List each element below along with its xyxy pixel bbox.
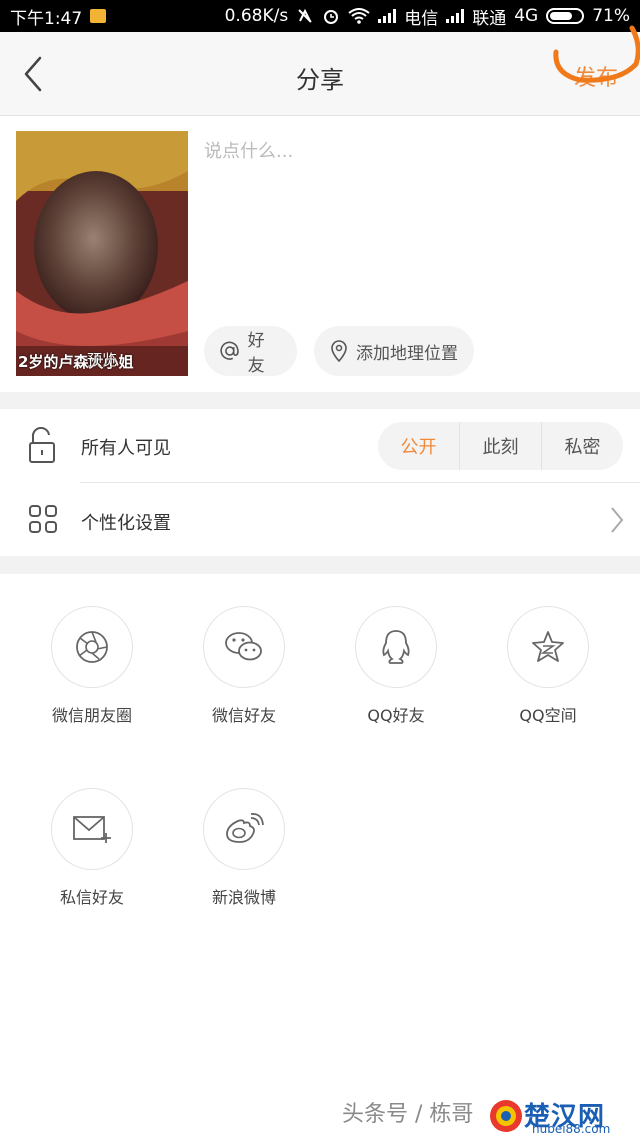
signal-icon [446, 9, 465, 23]
share-wechat-moments[interactable]: 微信朋友圈 [22, 606, 162, 726]
visibility-option-moment[interactable]: 此刻 [459, 422, 541, 470]
thumbnail-image [16, 131, 188, 376]
mention-friends-button[interactable]: 好友 [204, 326, 297, 376]
row-divider [80, 482, 640, 483]
carrier-1: 电信 [404, 8, 439, 29]
nav-header: 分享 发布 [0, 32, 640, 116]
share-label: 微信好友 [211, 706, 276, 725]
share-label: 微信朋友圈 [51, 706, 132, 725]
share-text-input[interactable] [204, 131, 624, 171]
share-icon-circle [203, 788, 285, 870]
share-icon-circle [51, 606, 133, 688]
friends-chip-label: 好友 [247, 331, 265, 376]
grid-icon [29, 505, 57, 533]
preview-label[interactable]: 预览 [16, 349, 188, 370]
battery-percent: 71% [592, 6, 630, 26]
chevron-right-icon [611, 507, 624, 533]
wechat-moments-icon [76, 631, 108, 663]
share-qzone[interactable]: QQ空间 [478, 606, 618, 726]
location-chip-label: 添加地理位置 [356, 343, 458, 364]
visibility-label: 所有人可见 [81, 438, 171, 459]
vibrate-icon [298, 8, 312, 23]
unlock-icon [29, 427, 55, 463]
share-wechat-friend[interactable]: 微信好友 [174, 606, 314, 726]
battery-icon [546, 8, 585, 24]
share-icon-circle [355, 606, 437, 688]
private-message-icon [73, 816, 111, 843]
publish-button[interactable]: 发布 [574, 60, 618, 92]
signal-icon [378, 9, 397, 23]
share-label: QQ空间 [519, 706, 577, 725]
at-icon [220, 341, 239, 360]
network-speed: 0.68K/s [224, 6, 289, 26]
share-icon-circle [203, 606, 285, 688]
share-icon-circle [507, 606, 589, 688]
compose-area: 2岁的卢森大小姐 预览 好友 添加地理位置 [0, 117, 640, 392]
share-label: 新浪微博 [211, 888, 276, 907]
share-targets: 微信朋友圈 微信好友 QQ好友 QQ空间 私信好友 新浪微博 [0, 574, 640, 1138]
visibility-option-private[interactable]: 私密 [541, 422, 623, 470]
network-type: 4G [514, 6, 539, 26]
visibility-segmented-control: 公开 此刻 私密 [378, 422, 623, 470]
wifi-icon [348, 8, 370, 24]
qq-icon [382, 630, 410, 664]
share-private-message[interactable]: 私信好友 [22, 788, 162, 908]
visibility-option-public[interactable]: 公开 [378, 422, 459, 470]
custom-settings-row[interactable]: 个性化设置 [0, 484, 640, 556]
weibo-icon [226, 813, 264, 843]
status-time: 下午1:47 [10, 8, 83, 29]
share-icon-circle [51, 788, 133, 870]
carrier-2: 联通 [472, 8, 507, 29]
share-weibo[interactable]: 新浪微博 [174, 788, 314, 908]
alarm-icon [324, 10, 339, 24]
status-bar: 下午1:47 0.68K/s 电信 联通 4G 71% [0, 0, 640, 32]
section-divider [0, 556, 640, 574]
share-qq-friend[interactable]: QQ好友 [326, 606, 466, 726]
watermark-text: 头条号 / 栋哥 [342, 1102, 474, 1127]
add-location-button[interactable]: 添加地理位置 [314, 326, 474, 376]
custom-settings-label: 个性化设置 [81, 513, 171, 534]
page-title: 分享 [296, 66, 344, 94]
location-pin-icon [331, 340, 347, 362]
section-divider [0, 392, 640, 409]
visibility-row: 所有人可见 公开 此刻 私密 [0, 409, 640, 483]
share-label: 私信好友 [59, 888, 124, 907]
video-thumbnail[interactable]: 2岁的卢森大小姐 预览 [16, 131, 188, 376]
site-logo-domain: hubei88.com [532, 1122, 611, 1136]
wechat-icon [225, 632, 262, 661]
share-label: QQ好友 [367, 706, 425, 725]
notification-icon [90, 9, 107, 23]
qzone-icon [532, 631, 564, 662]
